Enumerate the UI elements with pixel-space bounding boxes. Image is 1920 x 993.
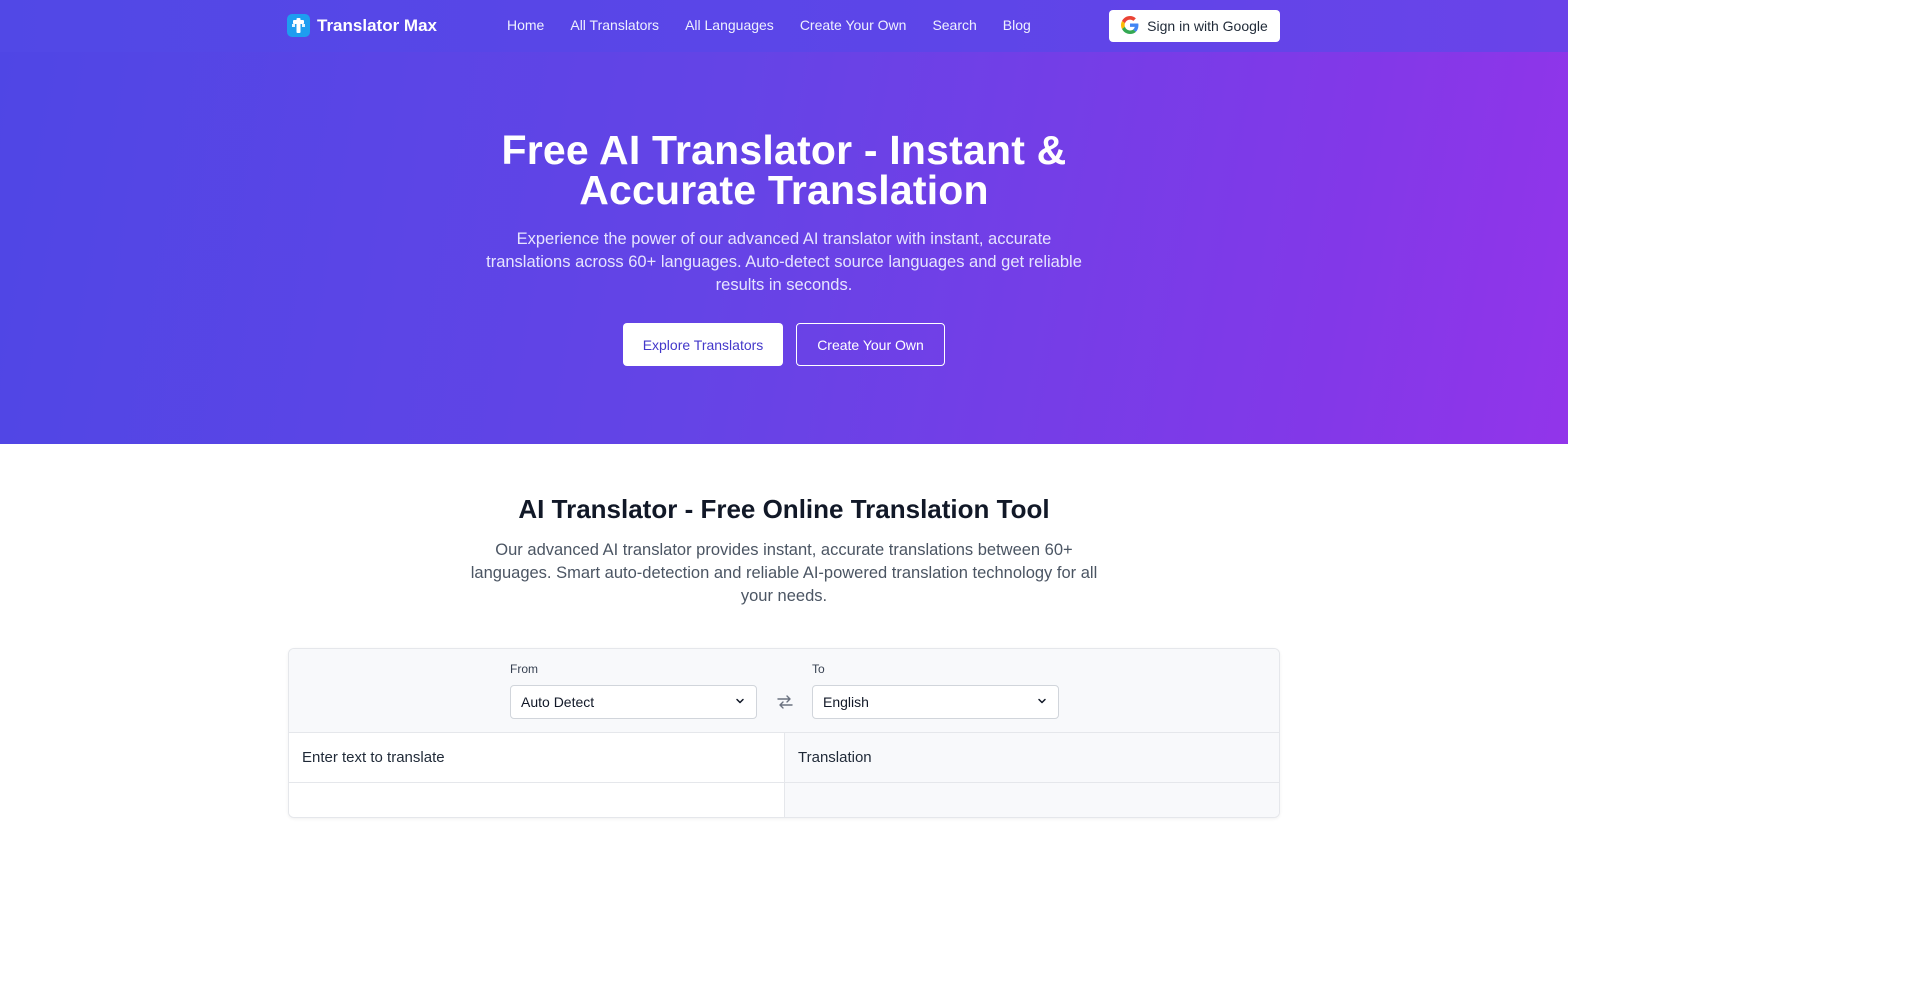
- from-language-value: Auto Detect: [521, 694, 595, 710]
- to-language-value: English: [823, 694, 869, 710]
- nav-search[interactable]: Search: [932, 17, 976, 33]
- translation-output: [785, 783, 1279, 817]
- hero-section: Free AI Translator - Instant & Accurate …: [0, 52, 1568, 444]
- nav-create-your-own[interactable]: Create Your Own: [800, 17, 907, 33]
- hero-title: Free AI Translator - Instant & Accurate …: [501, 127, 1067, 213]
- to-label: To: [812, 662, 825, 676]
- translator-panel: From Auto Detect To English Enter text t…: [288, 648, 1280, 818]
- from-language-select[interactable]: Auto Detect: [510, 685, 757, 719]
- output-header: Translation: [785, 733, 1279, 783]
- chevron-down-icon: [1036, 694, 1048, 710]
- brand-link[interactable]: Translator Max: [287, 14, 437, 37]
- nav-all-translators[interactable]: All Translators: [570, 17, 659, 33]
- section-title: AI Translator - Free Online Translation …: [518, 494, 1050, 524]
- hero-subtitle: Experience the power of our advanced AI …: [486, 230, 1082, 294]
- source-text-input[interactable]: [289, 783, 785, 817]
- translator-logo-icon: [287, 14, 310, 37]
- swap-languages-icon[interactable]: [776, 693, 794, 711]
- input-header: Enter text to translate: [289, 733, 785, 783]
- google-icon: [1121, 15, 1139, 37]
- from-label: From: [510, 662, 538, 676]
- nav-blog[interactable]: Blog: [1003, 17, 1031, 33]
- nav-home[interactable]: Home: [507, 17, 544, 33]
- top-navbar: Translator Max Home All Translators All …: [0, 0, 1568, 52]
- google-sign-in-button[interactable]: Sign in with Google: [1109, 10, 1280, 42]
- nav-all-languages[interactable]: All Languages: [685, 17, 774, 33]
- brand-name: Translator Max: [317, 15, 437, 35]
- to-language-select[interactable]: English: [812, 685, 1059, 719]
- chevron-down-icon: [734, 694, 746, 710]
- language-selector-bar: From Auto Detect To English: [289, 649, 1279, 733]
- main-nav: Home All Translators All Languages Creat…: [507, 17, 1031, 33]
- explore-translators-button[interactable]: Explore Translators: [623, 323, 783, 366]
- section-description: Our advanced AI translator provides inst…: [470, 541, 1098, 605]
- create-your-own-button[interactable]: Create Your Own: [796, 323, 945, 366]
- google-sign-in-label: Sign in with Google: [1147, 18, 1268, 34]
